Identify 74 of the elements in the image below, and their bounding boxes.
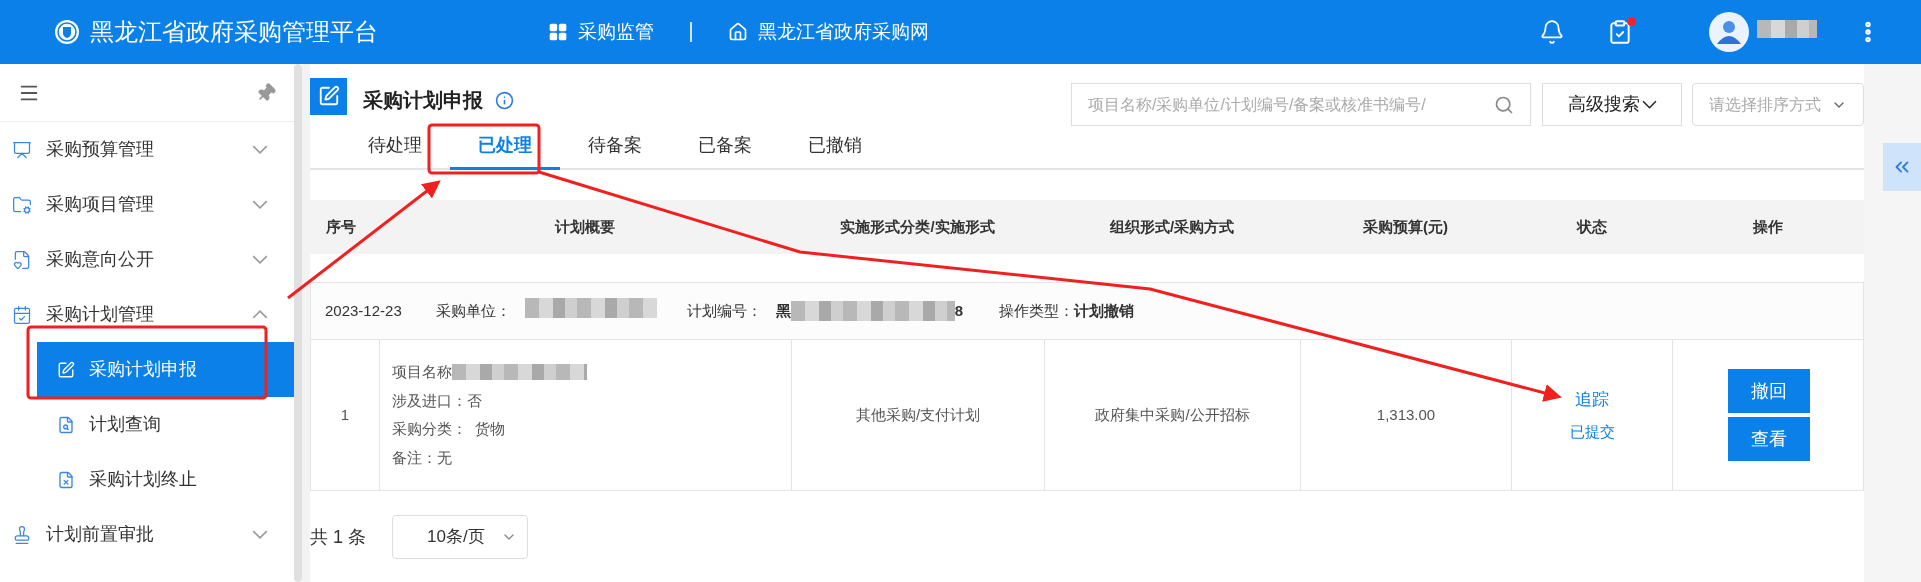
redaction	[1757, 19, 1817, 38]
grid-icon	[548, 22, 568, 42]
calendar-icon	[12, 304, 32, 325]
home-icon	[728, 22, 748, 42]
sidebar-item[interactable]: 采购预算管理	[0, 122, 294, 177]
info-icon[interactable]	[495, 90, 514, 110]
sidebar-subitem[interactable]: 采购计划终止	[37, 452, 294, 507]
column-header: 采购预算(元)	[1362, 216, 1449, 237]
sidebar-subitem[interactable]: 采购计划申报	[37, 342, 294, 397]
tab[interactable]: 待处理	[340, 128, 450, 170]
date-text: 2023-12-23	[325, 300, 402, 321]
bell-icon[interactable]	[1539, 19, 1565, 45]
summary-line: 备注：无	[392, 447, 452, 468]
sidebar-subitem[interactable]: 计划查询	[37, 397, 294, 452]
chevron-down-icon	[252, 200, 268, 209]
table-cell: 其他采购/支付计划	[792, 340, 1045, 490]
tab[interactable]: 已备案	[670, 128, 780, 170]
plan-number-end: 8	[954, 300, 964, 321]
status-text: 已提交	[1569, 421, 1615, 442]
unit-label: 采购单位：	[435, 300, 511, 321]
track-link[interactable]: 追踪	[1575, 387, 1609, 413]
chart-icon	[12, 139, 32, 160]
column-header: 组织形式/采购方式	[1108, 216, 1236, 237]
page-size-select[interactable]: 10条/页	[392, 515, 528, 559]
scrollbar[interactable]	[294, 64, 302, 582]
emblem-icon	[54, 19, 80, 45]
stamp-icon	[12, 524, 32, 545]
column-header: 实施形式分类/实施形式	[839, 216, 996, 237]
summary-line: 涉及进口：否	[392, 390, 482, 411]
page-title: 采购计划申报	[363, 88, 483, 113]
summary-line: 采购分类： 货物	[392, 419, 506, 439]
advanced-search-button[interactable]: 高级搜索	[1542, 83, 1682, 126]
table-cell: 政府集中采购/公开招标	[1045, 340, 1301, 490]
sidebar-item[interactable]: 采购项目管理	[0, 177, 294, 232]
table-cell: 1	[311, 340, 380, 490]
collapse-button[interactable]	[1883, 143, 1921, 191]
search-bar[interactable]: 项目名称/采购单位/计划编号/备案或核准书编号/	[1071, 83, 1531, 126]
column-header: 序号	[325, 216, 357, 237]
tab[interactable]: 已处理	[450, 128, 560, 170]
nav-link[interactable]: 采购监管	[548, 17, 654, 47]
sidebar-item[interactable]: 采购计划管理	[0, 287, 294, 342]
table-cell: 1,313.00	[1301, 340, 1512, 490]
folder-icon	[12, 194, 32, 215]
action-button[interactable]: 查看	[1728, 417, 1810, 461]
chevron-up-icon	[252, 310, 268, 319]
sidebar-item[interactable]: 采购意向公开	[0, 232, 294, 287]
chevron-down-icon	[252, 255, 268, 264]
platform-title: 黑龙江省政府采购管理平台	[90, 17, 378, 47]
chevron-down-icon	[252, 530, 268, 539]
summary-line: 项目名称	[392, 362, 452, 382]
action-button[interactable]: 撤回	[1728, 369, 1810, 413]
doc-icon	[12, 249, 32, 270]
search-icon	[57, 415, 75, 434]
total-count: 共 1 条	[310, 525, 366, 549]
operation-type-label: 操作类型：	[999, 300, 1075, 321]
operation-type: 计划撤销	[1074, 300, 1135, 321]
chevron-down-icon	[252, 145, 268, 154]
column-header: 计划概要	[553, 216, 616, 237]
avatar[interactable]	[1709, 12, 1749, 52]
edit-icon	[57, 360, 75, 379]
tab[interactable]: 待备案	[560, 128, 670, 170]
page-icon	[310, 77, 347, 115]
column-header: 操作	[1752, 216, 1784, 237]
plan-number-label: 计划编号：	[686, 300, 762, 321]
chevron-down-icon	[1641, 100, 1657, 109]
plan-number-start: 黑	[775, 300, 791, 321]
search-field[interactable]: 项目名称/采购单位/计划编号/备案或核准书编号/	[1088, 92, 1494, 117]
search-icon[interactable]	[1494, 94, 1514, 115]
clipboard-check-icon	[1607, 19, 1633, 45]
column-header: 状态	[1575, 216, 1608, 237]
tasks-button[interactable]	[1607, 19, 1633, 45]
sidebar-item[interactable]: 计划前置审批	[0, 507, 294, 562]
tab[interactable]: 已撤销	[780, 128, 890, 170]
nav-link[interactable]: 黑龙江省政府采购网	[728, 17, 929, 47]
